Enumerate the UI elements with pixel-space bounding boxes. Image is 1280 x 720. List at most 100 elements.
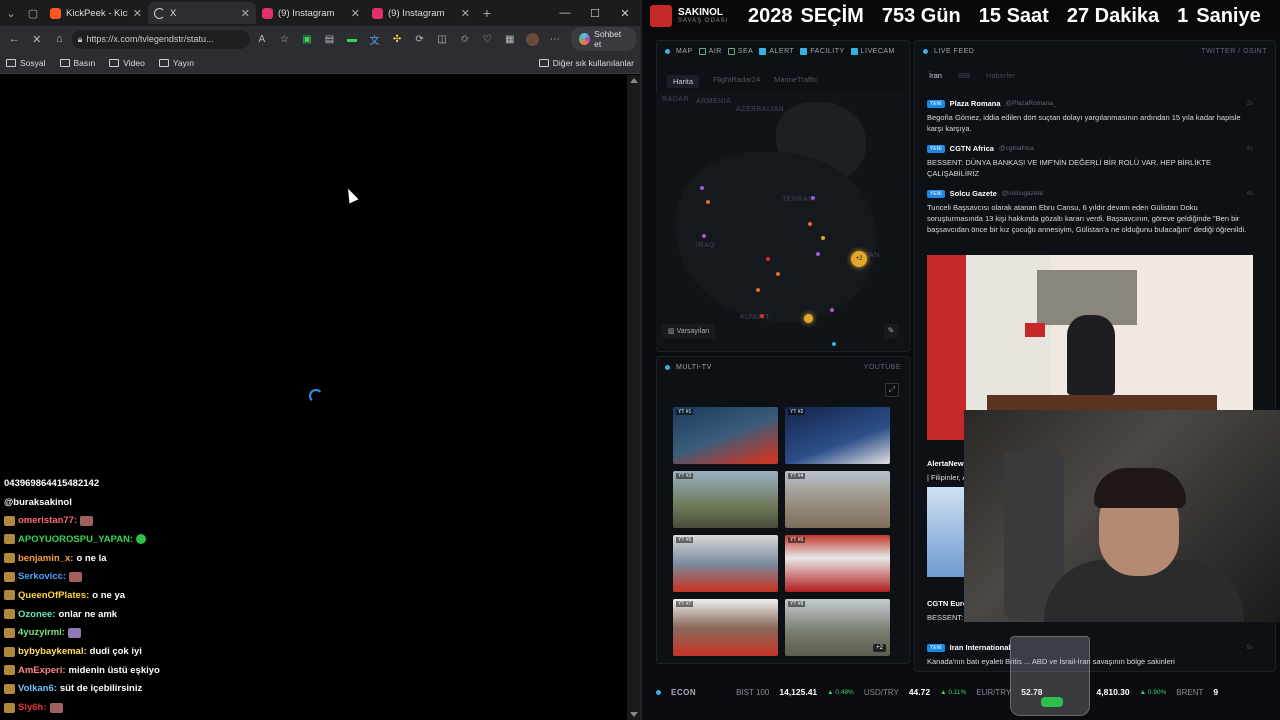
extension-icon[interactable]: ▣ — [297, 29, 318, 49]
map-marker[interactable] — [808, 222, 812, 226]
countdown-year: 2028 — [748, 4, 793, 27]
tv-channel-1[interactable]: YT #1 — [673, 407, 778, 464]
feed-item[interactable]: YENİ Solcu Gazete @solcugazete 4s Tunceli B… — [927, 189, 1267, 235]
close-icon[interactable]: ✕ — [351, 7, 360, 20]
profile-avatar-icon[interactable] — [522, 29, 543, 49]
edit-icon[interactable]: ✎ — [884, 324, 898, 338]
split-screen-icon[interactable]: ◫ — [432, 29, 453, 49]
tab-haberler[interactable]: Haberler — [986, 71, 1015, 80]
scroll-down-icon[interactable] — [630, 712, 638, 717]
feed-item[interactable]: YENİ CGTN Africa @cgtnafrica 4s BESSENT: DÜ… — [927, 144, 1267, 179]
close-window-icon[interactable]: ✕ — [610, 7, 640, 20]
chat-username[interactable]: 4yuzyirmi: — [18, 627, 65, 638]
tab-kickpeek[interactable]: KickPeek - Kick ✕ — [44, 2, 148, 24]
chat-username[interactable]: AmExperi: — [18, 665, 66, 676]
tab-x[interactable]: X ✕ — [148, 2, 256, 24]
vertical-scrollbar[interactable] — [627, 75, 640, 720]
chat-username[interactable]: benjamin_x: — [18, 553, 73, 564]
chat-username[interactable]: QueenOfPlates: — [18, 590, 89, 601]
map-canvas[interactable]: RADAR ARMENIA AZERBAIJAN TEHRAN IRAQ IRA… — [656, 92, 904, 348]
maximize-icon[interactable]: ☐ — [580, 7, 610, 20]
bookmark-folder-video[interactable]: Video — [109, 58, 145, 68]
minimize-icon[interactable]: — — [550, 7, 580, 20]
map-marker[interactable] — [756, 288, 760, 292]
feed-item[interactable]: YENİ Plaza Romana @PlazaRomana_ 2s Begoña G… — [927, 99, 1267, 134]
map-marker[interactable] — [811, 196, 815, 200]
tab-title: KickPeek - Kick — [66, 7, 128, 19]
translate-icon[interactable]: 文 — [364, 29, 385, 49]
tab-actions-icon[interactable]: ⌄ — [0, 3, 22, 23]
more-channels-badge[interactable]: +2 — [873, 644, 886, 652]
tv-channel-6[interactable]: YT #6 — [785, 535, 890, 592]
tab-iran[interactable]: İran — [929, 71, 942, 80]
bookmark-folder-basin[interactable]: Basın — [59, 58, 95, 68]
feed-handle: @cgtnafrica — [998, 145, 1034, 152]
map-marker[interactable] — [776, 272, 780, 276]
map-marker[interactable] — [804, 314, 813, 323]
tv-channel-5[interactable]: YT #5 — [673, 535, 778, 592]
filter-sea[interactable]: SEA — [727, 47, 754, 55]
close-icon[interactable]: ✕ — [133, 7, 142, 20]
tv-channel-2[interactable]: YT #2 — [785, 407, 890, 464]
extension-icon[interactable]: ▬ — [342, 29, 363, 49]
tab-instagram-1[interactable]: (9) Instagram ✕ — [256, 2, 366, 24]
bookmark-folder-sosyal[interactable]: Sosyal — [6, 58, 46, 68]
favorites-icon[interactable]: ✩ — [454, 29, 475, 49]
map-marker[interactable] — [700, 186, 704, 190]
chat-username[interactable]: Serkovicc: — [18, 571, 66, 582]
livefeed-header: LIVE FEED TWITTER / OSINT — [915, 41, 1275, 61]
copilot-button[interactable]: Sohbet et — [571, 27, 636, 51]
tab-ibb[interactable]: İBB — [958, 71, 970, 80]
browser-essentials-icon[interactable]: ♡ — [477, 29, 498, 49]
map-marker[interactable] — [832, 342, 836, 346]
favorite-star-icon[interactable]: ☆ — [274, 29, 295, 49]
home-icon[interactable]: ⌂ — [49, 29, 70, 49]
tab-flightradar[interactable]: FlightRadar24 — [713, 75, 760, 88]
stop-loading-icon[interactable]: ✕ — [27, 29, 48, 49]
more-menu-icon[interactable]: ⋯ — [545, 29, 566, 49]
marker-cluster[interactable]: +2 — [851, 251, 867, 267]
workspaces-icon[interactable]: ▢ — [22, 3, 44, 23]
tab-marinetraffic[interactable]: MarineTraffic — [774, 75, 817, 88]
tv-channel-4[interactable]: YT #4 — [785, 471, 890, 528]
new-tab-icon[interactable]: + — [476, 3, 498, 23]
map-marker[interactable] — [760, 314, 764, 318]
back-icon[interactable]: ← — [4, 29, 25, 49]
other-favorites[interactable]: Diğer sık kullanılanlar — [538, 58, 634, 68]
scroll-up-icon[interactable] — [630, 78, 638, 83]
map-marker[interactable] — [821, 236, 825, 240]
close-icon[interactable]: ✕ — [461, 7, 470, 20]
map-marker[interactable] — [702, 234, 706, 238]
tab-harita[interactable]: Harita — [667, 75, 700, 88]
tv-channel-7[interactable]: YT #7 — [673, 599, 778, 656]
url-field[interactable]: 🔒︎ https://x.com/tvlegendstr/statu... — [71, 29, 250, 49]
collections-icon[interactable]: ▦ — [499, 29, 520, 49]
extension-icon[interactable]: ▤ — [319, 29, 340, 49]
filter-alert[interactable]: ALERT — [759, 47, 794, 55]
filter-air[interactable]: AIR — [698, 47, 722, 55]
chat-username[interactable]: Volkan6: — [18, 683, 57, 694]
countdown-seconds-label: Saniye — [1196, 4, 1261, 27]
filter-facility[interactable]: FACILITY — [800, 47, 844, 55]
map-marker[interactable] — [816, 252, 820, 256]
tv-channel-8[interactable]: YT #8 +2 — [785, 599, 890, 656]
feed-item[interactable]: YENİ Iran International 5s Kanada'nın batı… — [927, 643, 1267, 667]
chat-username[interactable]: APOYUOROSPU_YAPAN: — [18, 534, 133, 545]
extension-icon[interactable]: ✣ — [387, 29, 408, 49]
expand-icon[interactable]: ⤢ — [885, 383, 899, 397]
chat-username[interactable]: Sly6h: — [18, 702, 47, 713]
bookmark-folder-yayin[interactable]: Yayın — [158, 58, 194, 68]
chat-username[interactable]: omeristan77: — [18, 515, 77, 526]
read-aloud-icon[interactable]: A — [252, 29, 273, 49]
close-icon[interactable]: ✕ — [241, 7, 250, 20]
map-marker[interactable] — [830, 308, 834, 312]
preset-button[interactable]: ▥ Varsayılan — [662, 324, 716, 338]
chat-username[interactable]: bybybaykemal: — [18, 646, 87, 657]
filter-livecam[interactable]: LIVECAM — [850, 47, 895, 55]
chat-username[interactable]: Ozonee: — [18, 609, 55, 620]
tv-channel-3[interactable]: YT #3 — [673, 471, 778, 528]
tab-instagram-2[interactable]: (9) Instagram ✕ — [366, 2, 476, 24]
map-marker[interactable] — [706, 200, 710, 204]
refresh-extension-icon[interactable]: ⟳ — [409, 29, 430, 49]
map-marker[interactable] — [766, 257, 770, 261]
